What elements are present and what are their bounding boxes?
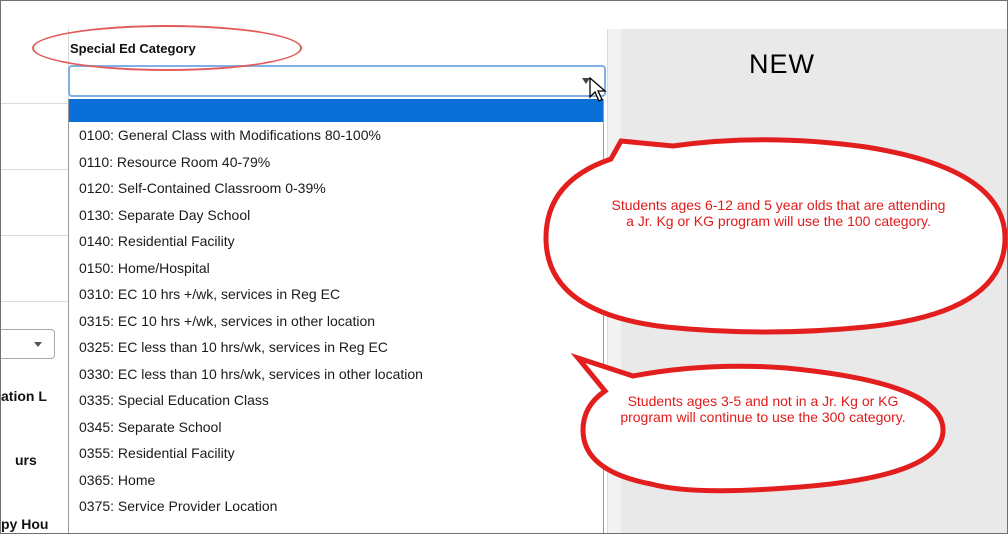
callout-bubble-top	[543, 137, 1007, 335]
callout-text-top: Students ages 6-12 and 5 year olds that …	[611, 197, 946, 229]
callout-text-bottom: Students ages 3-5 and not in a Jr. Kg or…	[620, 393, 906, 425]
callout-bubbles	[543, 137, 1007, 494]
screenshot-frame: ation L urs py Hou NEW Special Ed Catego…	[0, 0, 1008, 534]
